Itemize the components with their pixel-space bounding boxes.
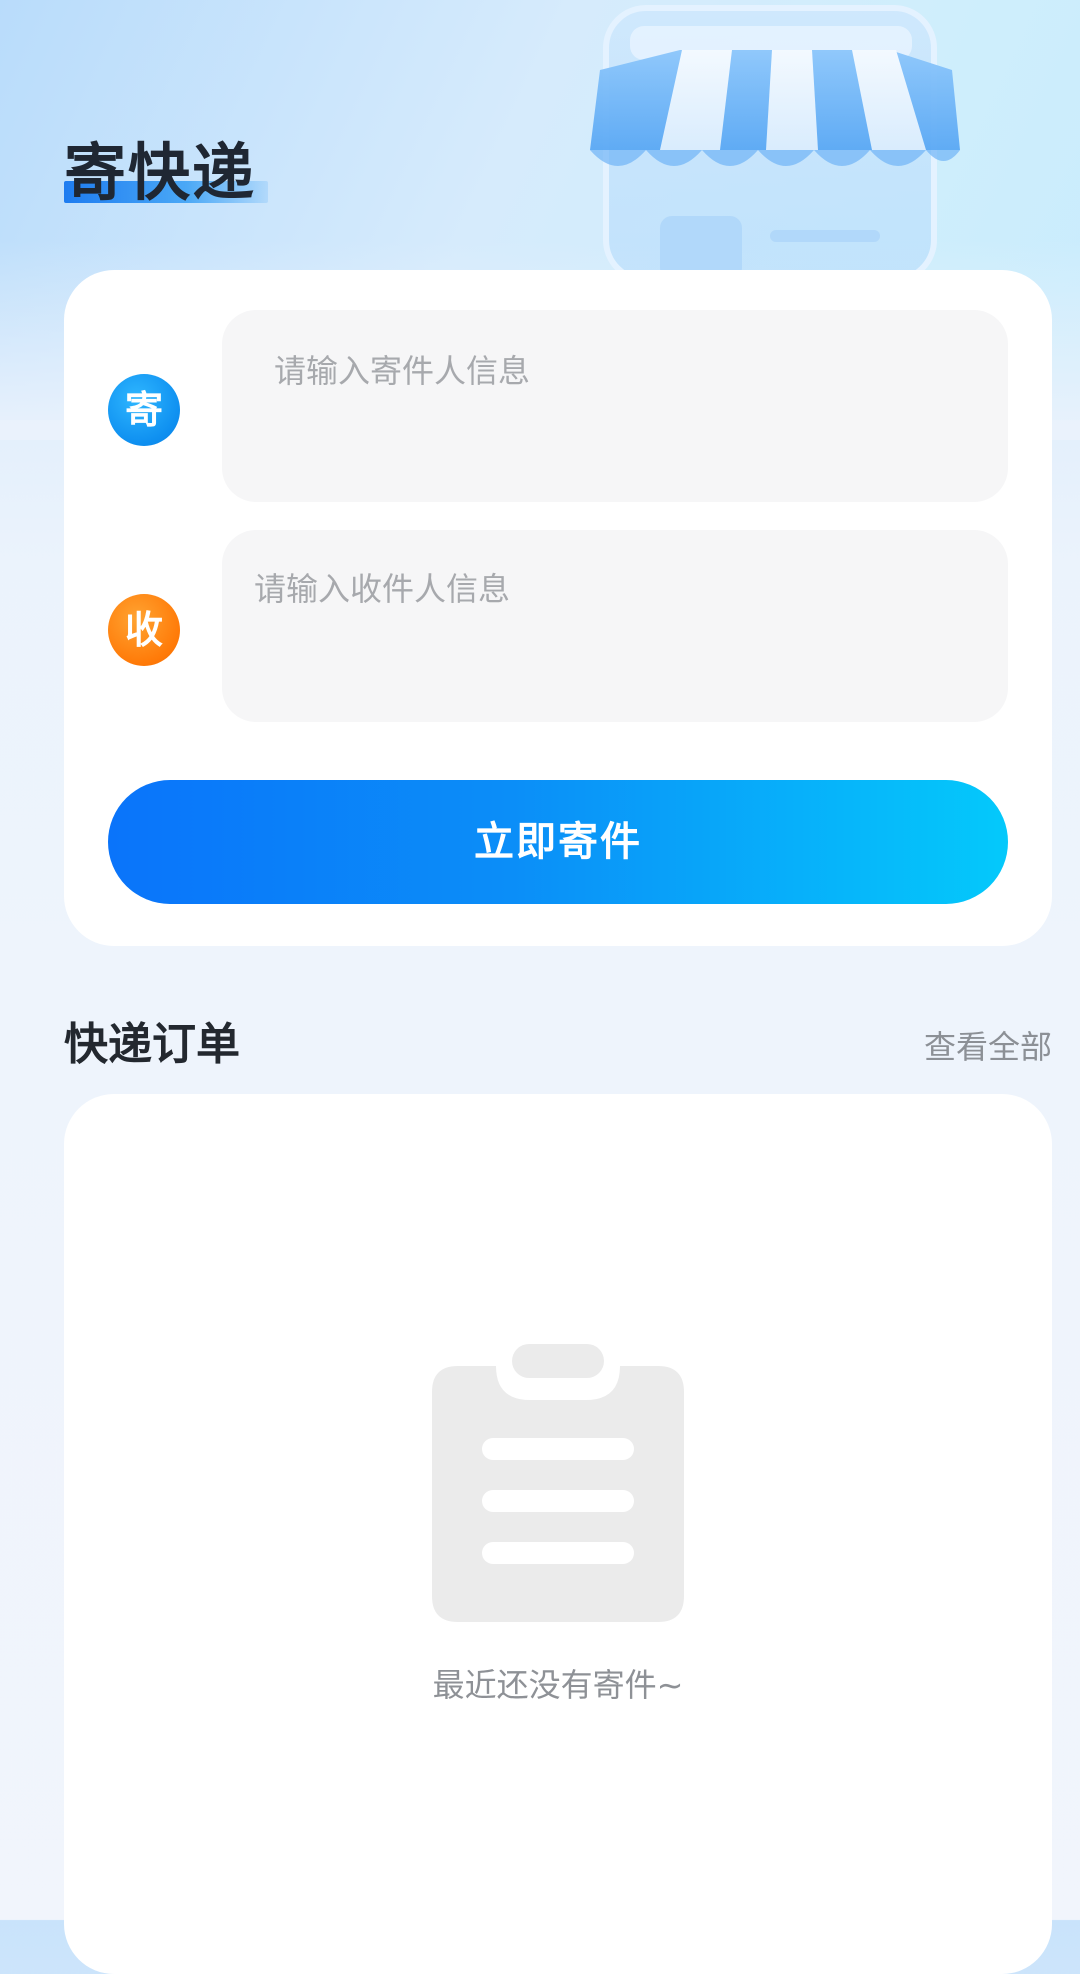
clipboard-icon (432, 1344, 684, 1622)
send-now-button[interactable]: 立即寄件 (108, 780, 1008, 904)
page-title: 寄快递 (64, 136, 257, 209)
view-all-orders-link[interactable]: 查看全部 (924, 1022, 1052, 1068)
orders-section-title: 快递订单 (64, 1019, 240, 1070)
receiver-info-input[interactable] (222, 530, 1008, 722)
empty-state-message: 最近还没有寄件~ (432, 1666, 684, 1704)
storefront-icon (590, 5, 960, 280)
sender-info-input[interactable] (222, 310, 1008, 502)
sender-badge: 寄 (108, 374, 180, 446)
orders-card: 最近还没有寄件~ (64, 1094, 1052, 1974)
send-form-card: 寄 收 立即寄件 (64, 270, 1052, 946)
receiver-badge: 收 (108, 594, 180, 666)
